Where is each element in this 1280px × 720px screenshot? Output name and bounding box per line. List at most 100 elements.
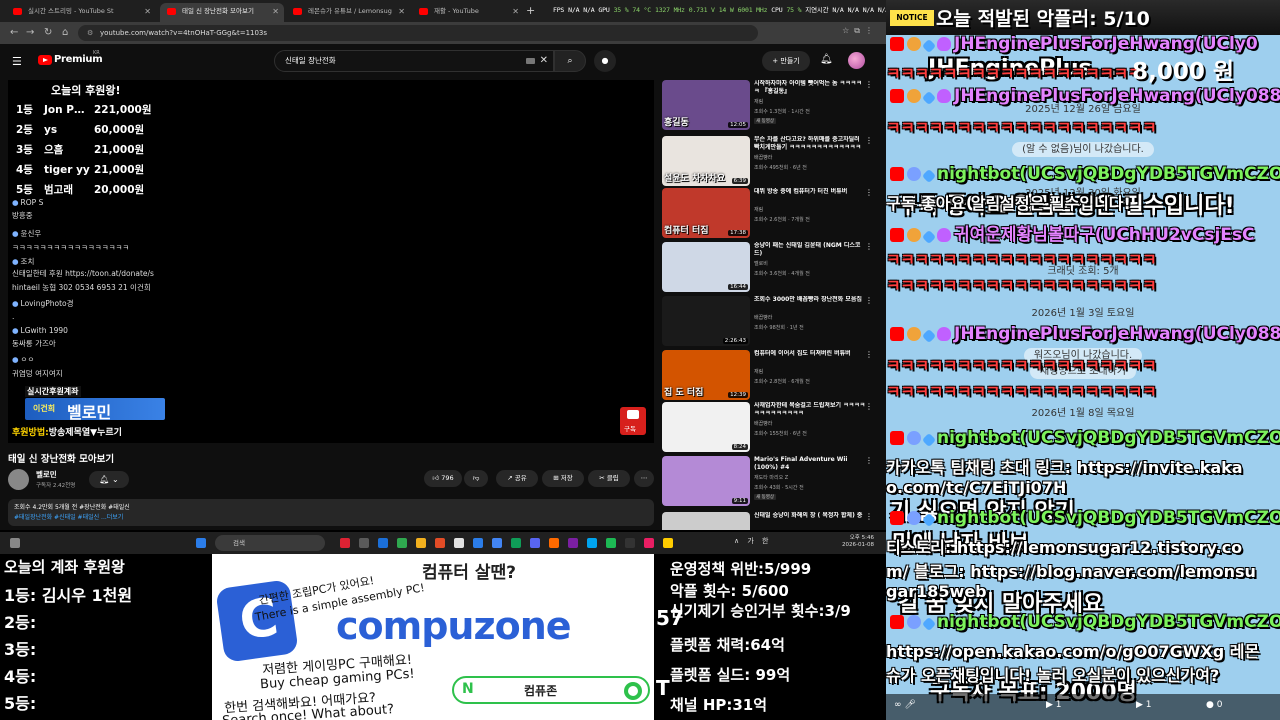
video-thumbnail[interactable]: 16:44 bbox=[662, 242, 750, 292]
create-button[interactable]: + 만들기 bbox=[762, 51, 810, 71]
more-options-icon[interactable]: ⋮ bbox=[865, 242, 873, 251]
clear-search-icon[interactable]: ✕ bbox=[540, 51, 548, 71]
app-icon[interactable] bbox=[340, 538, 350, 548]
search-button[interactable]: ⌕ bbox=[554, 50, 586, 72]
more-options-icon[interactable]: ⋮ bbox=[865, 296, 873, 305]
video-thumbnail[interactable]: 홍길동 12:05 bbox=[662, 80, 750, 130]
video-title[interactable]: 신태일 승냥이 화해의 장 ( 목정자 합체) 중 bbox=[754, 512, 866, 520]
app-icon[interactable] bbox=[568, 538, 578, 548]
new-tab-button[interactable]: + bbox=[526, 3, 535, 19]
video-title[interactable]: 사채업자한테 목숨걸고 드립쳐보기 ㅋㅋㅋㅋㅋㅋㅋㅋㅋㅋㅋㅋㅋ bbox=[754, 402, 866, 418]
system-tray[interactable]: ∧ 가 한 bbox=[734, 536, 771, 546]
app-icon[interactable] bbox=[587, 538, 597, 548]
account-avatar[interactable] bbox=[848, 52, 865, 69]
reload-icon[interactable]: ↻ bbox=[44, 26, 52, 40]
related-video[interactable]: 2:26:43 조회수 3000만 배꼽빵라 장난전화 모음집 배꼽빵라 조회수 98… bbox=[662, 296, 882, 348]
close-icon[interactable]: ✕ bbox=[272, 3, 279, 20]
related-video[interactable]: 신태일 승냥이 화해의 장 ( 목정자 합체) 중 ⋮ bbox=[662, 512, 882, 530]
more-options-icon[interactable]: ⋮ bbox=[865, 350, 873, 359]
channel-name[interactable]: 재도타 마리오 Z bbox=[754, 474, 788, 481]
app-icon[interactable] bbox=[549, 538, 559, 548]
more-actions-button[interactable]: ⋯ bbox=[634, 470, 654, 487]
app-icon[interactable] bbox=[625, 538, 635, 548]
video-thumbnail[interactable]: 8:24 bbox=[662, 402, 750, 452]
video-title[interactable]: 조회수 3000만 배꼽빵라 장난전화 모음집 bbox=[754, 296, 866, 304]
app-icon[interactable] bbox=[435, 538, 445, 548]
video-thumbnail[interactable]: 9:11 bbox=[662, 456, 750, 506]
start-icon[interactable] bbox=[196, 538, 206, 548]
video-thumbnail[interactable]: 컴퓨터 터짐 17:38 bbox=[662, 188, 750, 238]
close-icon[interactable]: ✕ bbox=[512, 3, 519, 20]
tab-current-video[interactable]: 태일 신 장난전화 모아보기 ✕ bbox=[160, 3, 284, 22]
video-title[interactable]: 무슨 차를 산다고요? 하위매를 중고차딜러 빡치게만들기 ㅋㅋㅋㅋㅋㅋㅋㅋㅋㅋ… bbox=[754, 136, 866, 152]
close-icon[interactable]: ✕ bbox=[398, 3, 405, 20]
menu-icon[interactable]: ☰ bbox=[12, 55, 22, 68]
more-options-icon[interactable]: ⋮ bbox=[865, 512, 873, 521]
channel-name[interactable]: 배꼽빵라 bbox=[754, 420, 772, 427]
channel-name[interactable]: 재림 bbox=[754, 206, 763, 213]
notifications-bell-icon[interactable]: 🔔︎ bbox=[820, 54, 833, 65]
search-input[interactable]: 신태일 장난전화 ✕ bbox=[274, 50, 554, 72]
related-video[interactable]: 16:44 승냥이 패는 신태일 김윤태 (NGM 디스코드) 멜로비 조회수 3.6… bbox=[662, 242, 882, 294]
related-video[interactable]: 9:11 Mario's Final Adventure Wii (100%) #… bbox=[662, 456, 882, 508]
video-thumbnail[interactable]: 설윤도 차차차요 6:39 bbox=[662, 136, 750, 186]
related-video[interactable]: 설윤도 차차차요 6:39 무슨 차를 산다고요? 하위매를 중고차딜러 빡치게만들… bbox=[662, 136, 882, 188]
back-icon[interactable]: ← bbox=[10, 26, 18, 40]
app-icon[interactable] bbox=[416, 538, 426, 548]
related-video[interactable]: 홍길동 12:05 시작하자마자 아이템 뺏어먹는 놈 ㅋㅋㅋㅋㅋ 『홍길동』 재림 조… bbox=[662, 80, 882, 132]
widgets-icon[interactable] bbox=[10, 538, 20, 548]
tab-lemonsugar[interactable]: 레몬슈가 유튜브 / Lemonsug ✕ bbox=[286, 3, 410, 22]
extension-icons[interactable]: ☆⧉⋮ bbox=[842, 26, 878, 36]
video-title[interactable]: 대뷔 방송 중에 컴퓨터가 터진 버튜버 bbox=[754, 188, 866, 196]
app-icon[interactable] bbox=[663, 538, 673, 548]
channel-name[interactable]: 재림 bbox=[754, 98, 763, 105]
tab-rehab[interactable]: 재활 - YouTube ✕ bbox=[412, 3, 524, 22]
app-icon[interactable] bbox=[644, 538, 654, 548]
app-icon[interactable] bbox=[454, 538, 464, 548]
video-title[interactable]: 시작하자마자 아이템 뺏어먹는 놈 ㅋㅋㅋㅋㅋ 『홍길동』 bbox=[754, 80, 866, 96]
video-thumbnail[interactable] bbox=[662, 512, 750, 530]
video-title[interactable]: Mario's Final Adventure Wii (100%) #4 bbox=[754, 456, 866, 472]
app-icon[interactable] bbox=[359, 538, 369, 548]
more-options-icon[interactable]: ⋮ bbox=[865, 188, 873, 197]
related-video[interactable]: 8:24 사채업자한테 목숨걸고 드립쳐보기 ㅋㅋㅋㅋㅋㅋㅋㅋㅋㅋㅋㅋㅋ 배꼽빵라 조… bbox=[662, 402, 882, 454]
voice-search-button[interactable]: ● bbox=[594, 50, 616, 72]
url-field[interactable]: ⚙ youtube.com/watch?v=4tnOHaT-GGg&t=1103… bbox=[78, 25, 758, 41]
subscribe-watermark-button[interactable]: 구독 bbox=[620, 407, 646, 435]
video-description[interactable]: 조회수 4.2만회 5개월 전 #장난전화 #태일신 #태일장난전화 #신태일 … bbox=[8, 499, 654, 526]
home-icon[interactable]: ⌂ bbox=[62, 26, 68, 40]
close-icon[interactable]: ✕ bbox=[144, 3, 151, 20]
site-info-icon[interactable]: ⚙ bbox=[87, 25, 93, 41]
app-icon[interactable] bbox=[378, 538, 388, 548]
dislike-button[interactable]: 👎︎ bbox=[464, 470, 488, 487]
forward-icon[interactable]: → bbox=[26, 26, 34, 40]
related-video[interactable]: 컴퓨터 터짐 17:38 대뷔 방송 중에 컴퓨터가 터진 버튜버 재림 조회수 2.6… bbox=[662, 188, 882, 240]
taskbar-clock[interactable]: 오후 5:46 2026-01-08 bbox=[842, 535, 874, 549]
more-options-icon[interactable]: ⋮ bbox=[865, 402, 873, 411]
video-title[interactable]: 컴퓨터에 이어서 집도 터져버린 버튜버 bbox=[754, 350, 866, 358]
channel-name[interactable]: 재림 bbox=[754, 368, 763, 375]
like-button[interactable]: 👍︎ 796 bbox=[424, 470, 462, 487]
clip-button[interactable]: ✂ 클립 bbox=[588, 470, 630, 487]
video-title[interactable]: 승냥이 패는 신태일 김윤태 (NGM 디스코드) bbox=[754, 242, 866, 258]
channel-name[interactable]: 멜로비 bbox=[754, 260, 768, 267]
app-icon[interactable] bbox=[511, 538, 521, 548]
related-video[interactable]: 집 도 터짐 12:39 컴퓨터에 이어서 집도 터져버린 버튜버 재림 조회수 2.8… bbox=[662, 350, 882, 402]
channel-name[interactable]: 배꼽빵라 bbox=[754, 154, 772, 161]
app-icon[interactable] bbox=[530, 538, 540, 548]
app-icon[interactable] bbox=[606, 538, 616, 548]
tab-live-streaming[interactable]: 실시간 스트리밍 - YouTube St ✕ bbox=[6, 3, 156, 22]
subscribed-bell-button[interactable]: 🔔︎ ⌄ bbox=[89, 471, 129, 488]
keyboard-icon[interactable] bbox=[526, 58, 535, 64]
channel-name[interactable]: 벨로민 bbox=[36, 469, 57, 480]
app-icon[interactable] bbox=[397, 538, 407, 548]
more-options-icon[interactable]: ⋮ bbox=[865, 136, 873, 145]
channel-name[interactable]: 배꼽빵라 bbox=[754, 314, 772, 321]
more-options-icon[interactable]: ⋮ bbox=[865, 456, 873, 465]
channel-avatar[interactable] bbox=[8, 469, 29, 490]
save-button[interactable]: ⊞ 저장 bbox=[542, 470, 584, 487]
app-icon[interactable] bbox=[473, 538, 483, 548]
share-button[interactable]: ↗ 공유 bbox=[496, 470, 538, 487]
video-thumbnail[interactable]: 2:26:43 bbox=[662, 296, 750, 346]
taskbar-search[interactable]: 검색 bbox=[215, 535, 325, 551]
